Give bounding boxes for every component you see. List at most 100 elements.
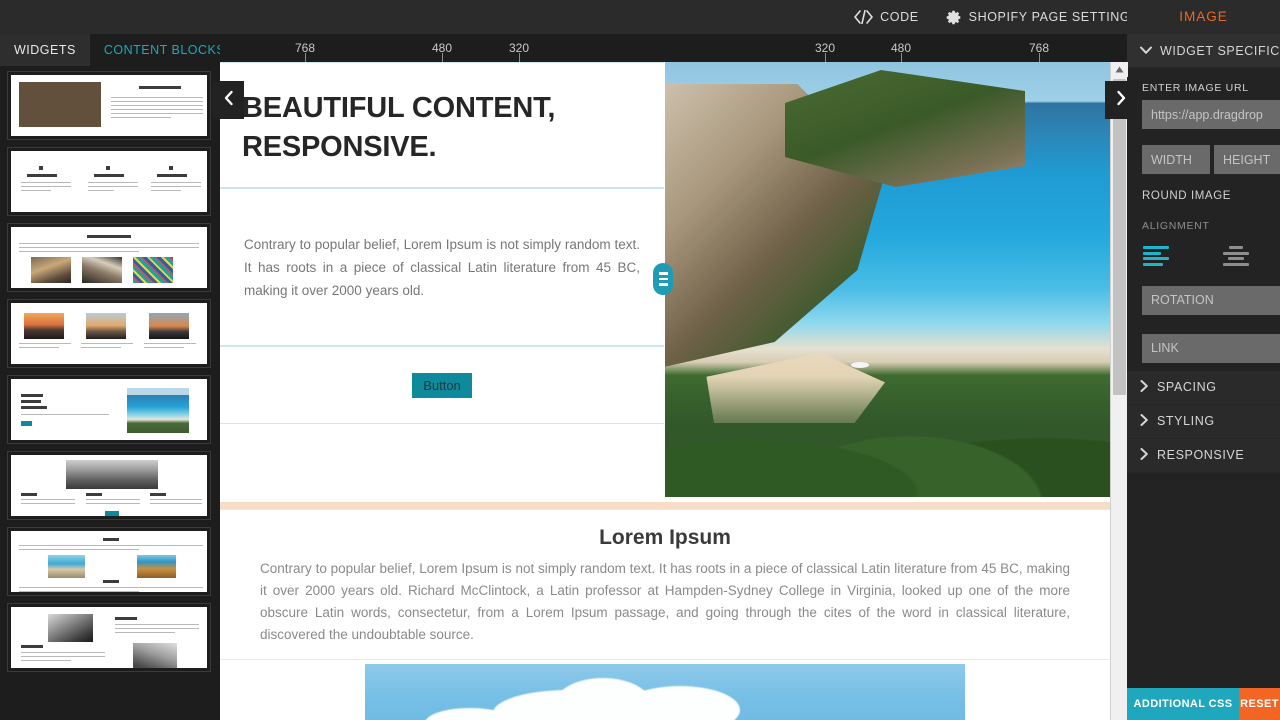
chevron-right-icon (1140, 379, 1149, 395)
collapsible-sections: SPACING STYLING RESPONSIVE (1127, 370, 1280, 473)
section-responsive[interactable]: RESPONSIVE (1127, 438, 1280, 473)
lorem-text-row[interactable]: Lorem Ipsum Contrary to popular belief, … (220, 509, 1110, 661)
widget-specific-body: ENTER IMAGE URL ROUND IMAGE ALIGNMENT (1127, 68, 1280, 363)
section-widget-specific[interactable]: WIDGET SPECIFIC (1127, 34, 1280, 68)
content-block-item[interactable] (7, 299, 211, 368)
column-resize-handle[interactable] (653, 263, 673, 295)
ruler-tick: 320 (805, 34, 845, 62)
rotation-group (1127, 266, 1280, 315)
link-input[interactable] (1142, 333, 1280, 363)
scrollbar-thumb[interactable] (1113, 79, 1126, 395)
shopify-page-settings-button[interactable]: SHOPIFY PAGE SETTINGS (932, 0, 1153, 34)
spacing-label: SPACING (1157, 380, 1217, 394)
top-toolbar: CODE SHOPIFY PAGE SETTINGS SAVE (0, 0, 1280, 34)
round-image-label: ROUND IMAGE (1142, 190, 1232, 202)
content-block-item[interactable] (7, 147, 211, 216)
foreground-bushes (665, 377, 1110, 497)
image-url-field-group: ENTER IMAGE URL (1127, 68, 1280, 129)
sidebar-tabs: WIDGETS CONTENT BLOCKS (0, 34, 220, 66)
block-thumbnail (11, 75, 207, 136)
ruler-tick: 768 (1019, 34, 1059, 62)
panel-title: IMAGE (1127, 0, 1280, 34)
rotation-input[interactable] (1142, 285, 1280, 315)
canvas-scrollbar[interactable] (1110, 62, 1128, 720)
tab-widgets[interactable]: WIDGETS (0, 34, 90, 66)
align-left-icon[interactable] (1143, 246, 1169, 266)
page-canvas[interactable]: BEAUTIFUL CONTENT, RESPONSIVE. Contrary … (220, 62, 1110, 720)
chevron-right-icon (1115, 90, 1128, 111)
panel-footer: ADDITIONAL CSS RESET (1127, 688, 1280, 720)
code-button[interactable]: CODE (841, 0, 932, 34)
canvas-ruler: 768 480 320 320 480 768 (220, 34, 1130, 62)
tab-content-blocks[interactable]: CONTENT BLOCKS (89, 34, 220, 66)
shopify-page-settings-label: SHOPIFY PAGE SETTINGS (968, 10, 1140, 24)
hero-button[interactable]: Button (412, 372, 472, 398)
left-sidebar: WIDGETS CONTENT BLOCKS (0, 34, 220, 720)
responsive-label: RESPONSIVE (1157, 448, 1245, 462)
width-height-group (1127, 129, 1280, 174)
handle-line (658, 272, 668, 275)
section-styling[interactable]: STYLING (1127, 404, 1280, 439)
hero-left-column[interactable]: BEAUTIFUL CONTENT, RESPONSIVE. Contrary … (220, 62, 665, 502)
width-input[interactable] (1142, 145, 1210, 174)
block-thumbnail (11, 531, 207, 592)
reset-button[interactable]: RESET (1239, 688, 1280, 720)
image-url-input[interactable] (1142, 100, 1280, 129)
content-blocks-list (0, 66, 220, 672)
alignment-label: ALIGNMENT (1142, 220, 1210, 232)
ruler-tick: 480 (422, 34, 462, 62)
lorem-title: Lorem Ipsum (599, 526, 731, 549)
row-divider (220, 502, 1110, 509)
align-center-icon[interactable] (1223, 246, 1249, 266)
content-block-item[interactable] (7, 451, 211, 520)
alignment-options (1127, 238, 1280, 266)
ruler-tick: 480 (881, 34, 921, 62)
collapse-left-panel-button[interactable] (212, 81, 244, 119)
sky-image-row[interactable] (220, 660, 1110, 720)
image-url-label: ENTER IMAGE URL (1142, 82, 1249, 94)
scroll-up-arrow[interactable] (1111, 62, 1128, 77)
hero-image-widget[interactable] (665, 62, 1110, 497)
styling-label: STYLING (1157, 414, 1215, 428)
block-thumbnail (11, 607, 207, 668)
ruler-tick: 320 (499, 34, 539, 62)
block-thumbnail (11, 151, 207, 212)
handle-line (658, 277, 668, 281)
content-block-item[interactable] (7, 375, 211, 444)
handle-line (658, 283, 668, 286)
block-thumbnail (11, 303, 207, 364)
block-thumbnail (11, 227, 207, 288)
chevron-left-icon (222, 90, 235, 111)
chevron-right-icon (1140, 447, 1149, 463)
code-label: CODE (880, 10, 919, 24)
content-block-item[interactable] (7, 71, 211, 140)
boat-shape (851, 362, 869, 368)
hero-heading: BEAUTIFUL CONTENT, RESPONSIVE. (242, 92, 556, 164)
button-widget[interactable]: Button (220, 346, 664, 424)
section-spacing[interactable]: SPACING (1127, 370, 1280, 405)
chevron-right-icon (1140, 413, 1149, 429)
paragraph-widget[interactable]: Contrary to popular belief, Lorem Ipsum … (220, 188, 664, 346)
block-thumbnail (11, 455, 207, 516)
content-block-item[interactable] (7, 603, 211, 672)
ruler-tick: 768 (285, 34, 325, 62)
chevron-down-icon (1140, 44, 1152, 58)
alignment-group: ALIGNMENT (1127, 202, 1280, 232)
right-properties-panel: IMAGE WIDGET SPECIFIC ENTER IMAGE URL RO… (1127, 0, 1280, 720)
widget-specific-label: WIDGET SPECIFIC (1160, 43, 1280, 58)
link-group (1127, 315, 1280, 363)
hero-paragraph: Contrary to popular belief, Lorem Ipsum … (244, 237, 640, 299)
page-builder-app: CODE SHOPIFY PAGE SETTINGS SAVE (0, 0, 1280, 720)
content-block-item[interactable] (7, 527, 211, 596)
lorem-body: Contrary to popular belief, Lorem Ipsum … (260, 561, 1070, 642)
heading-widget[interactable]: BEAUTIFUL CONTENT, RESPONSIVE. (220, 62, 664, 188)
code-icon (854, 9, 874, 25)
content-block-item[interactable] (7, 223, 211, 292)
collapse-right-panel-button[interactable] (1105, 81, 1137, 119)
canvas-content: BEAUTIFUL CONTENT, RESPONSIVE. Contrary … (220, 62, 1110, 720)
sky-image (365, 664, 965, 720)
additional-css-button[interactable]: ADDITIONAL CSS (1127, 688, 1239, 720)
block-thumbnail (11, 379, 207, 440)
gear-icon (945, 9, 962, 26)
height-input[interactable] (1214, 145, 1280, 174)
